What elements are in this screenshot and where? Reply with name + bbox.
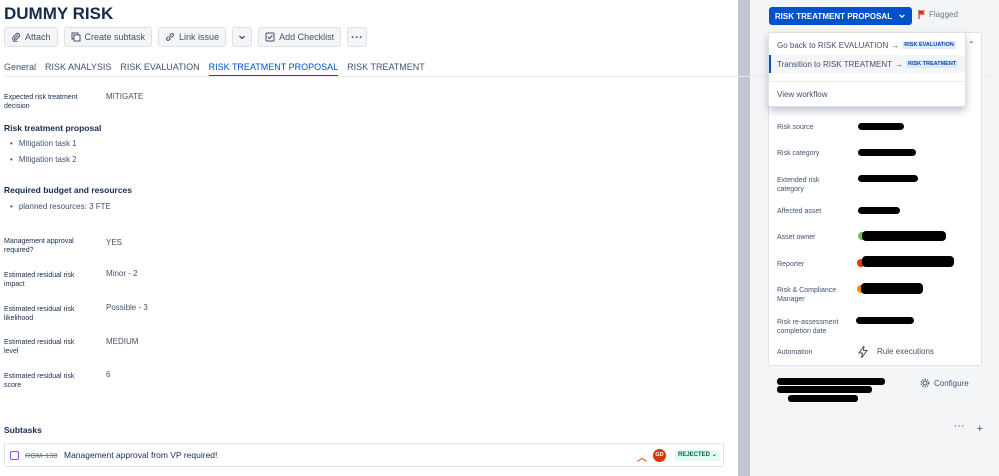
create-subtask-button[interactable]: Create subtask [63,27,153,47]
ellipsis-icon: ... [351,29,364,41]
rule-executions-link[interactable]: Rule executions [877,347,934,356]
status-transition-label: RISK TREATMENT PROPOSAL [774,11,893,21]
compliance-manager-label: Risk & Compliance Manager [777,287,837,303]
mgmt-approval-label: Management approval required? [4,238,74,254]
impact-value[interactable]: Minor - 2 [106,269,138,278]
subtasks-actions: ··· + [954,420,983,435]
budget-item: planned resources: 3 FTE [10,202,111,211]
transition-option-forward[interactable]: Transition to RISK TREATMENT → RISK TREA… [769,55,965,73]
panel-divider[interactable] [738,0,750,476]
redacted-value [861,283,923,294]
arrow-right-icon: → [891,40,900,50]
proposal-item: Mitigation task 1 [10,139,77,148]
collapse-chevron-icon[interactable]: ⌃ [968,40,975,49]
status-lozenge: RISK TREATMENT [906,60,959,68]
score-value[interactable]: 6 [106,370,110,379]
add-checklist-label: Add Checklist [279,32,335,42]
add-subtask-icon[interactable]: + [977,423,983,435]
issue-toolbar: Attach Create subtask Link issue Add Che… [4,27,368,47]
redacted-value [858,175,918,182]
more-link-options-button[interactable] [232,27,253,47]
configure-label: Configure [934,378,969,388]
impact-label: Estimated residual risk impact [4,272,75,288]
transition-menu: Go back to RISK EVALUATION → RISK EVALUA… [768,32,966,107]
create-subtask-label: Create subtask [84,32,146,42]
redacted-value [862,256,954,267]
tab-risk-treatment-proposal[interactable]: RISK TREATMENT PROPOSAL [208,62,339,77]
level-label: Estimated residual risk level [4,339,75,355]
more-actions-button[interactable]: ... [347,27,368,47]
mgmt-approval-value[interactable]: YES [106,238,122,247]
chevron-down-icon: ⌄ [711,452,717,458]
lightning-icon [858,346,868,358]
transition-option-label: Go back to RISK EVALUATION [777,40,889,50]
affected-asset-label: Affected asset [777,208,822,215]
subtask-type-icon [10,451,19,460]
subtasks-more-icon[interactable]: ··· [954,420,965,435]
status-badge-label: REJECTED [678,452,711,458]
attach-button[interactable]: Attach [4,27,58,47]
paperclip-icon [12,32,21,42]
proposal-title: Risk treatment proposal [4,123,102,133]
view-workflow-link[interactable]: View workflow [769,85,965,103]
configure-button[interactable]: Configure [920,378,969,388]
view-workflow-label: View workflow [777,89,828,99]
transition-option-back[interactable]: Go back to RISK EVALUATION → RISK EVALUA… [769,36,965,54]
budget-title: Required budget and resources [4,185,132,195]
menu-divider [769,81,965,82]
redacted-value [777,378,885,385]
tab-risk-analysis[interactable]: RISK ANALYSIS [45,62,111,77]
likelihood-label: Estimated residual risk likelihood [4,306,75,322]
redacted-value [862,231,946,241]
attach-label: Attach [25,32,51,42]
subtask-icon [71,32,81,42]
reporter-label: Reporter [777,261,805,268]
likelihood-value[interactable]: Possible - 3 [106,303,148,312]
expected-decision-label: Expected risk treatment decision [4,94,78,110]
link-issue-label: Link issue [179,32,220,42]
redacted-value [858,207,900,214]
issue-tabs: General RISK ANALYSIS RISK EVALUATION RI… [4,62,425,77]
extended-category-label: Extended risk category [777,177,820,193]
chevron-down-icon [239,35,246,40]
redacted-value [777,386,872,393]
flag-icon [918,10,925,19]
chevron-down-icon [899,14,905,19]
subtask-summary[interactable]: Management approval from VP required! [64,450,217,460]
redacted-value [858,149,916,156]
issue-title[interactable]: DUMMY RISK [4,4,113,24]
redacted-value [788,395,858,402]
avatar[interactable]: GD [653,449,666,462]
tab-risk-evaluation[interactable]: RISK EVALUATION [120,62,199,77]
proposal-item: Mitigation task 2 [10,155,77,164]
priority-high-icon: ︿ [637,453,647,464]
redacted-value [856,317,914,324]
flagged-indicator[interactable]: Flagged [918,10,958,19]
risk-category-label: Risk category [777,150,820,157]
gear-icon [920,378,930,388]
reassessment-date-label: Risk re-assessment completion date [777,319,839,335]
table-row[interactable]: ROM-138 Management approval from VP requ… [4,443,724,467]
subtasks-title: Subtasks [4,425,42,435]
level-value[interactable]: MEDIUM [106,337,138,346]
arrow-right-icon: → [895,59,903,69]
status-transition-button[interactable]: RISK TREATMENT PROPOSAL [769,7,912,25]
subtask-key[interactable]: ROM-138 [25,451,58,460]
link-icon [166,33,174,41]
checkbox-icon [265,32,275,42]
status-badge[interactable]: REJECTED ⌄ [675,450,720,461]
tab-risk-treatment[interactable]: RISK TREATMENT [347,62,425,77]
status-lozenge: RISK EVALUATION [902,41,956,49]
flagged-label: Flagged [929,10,958,19]
transition-option-label: Transition to RISK TREATMENT [777,59,892,69]
automation-label: Automation [777,349,813,356]
tab-general[interactable]: General [4,62,36,77]
expected-decision-value[interactable]: MITIGATE [106,92,143,101]
score-label: Estimated residual risk score [4,373,75,389]
risk-source-label: Risk source [777,124,814,131]
redacted-value [858,123,904,130]
add-checklist-button[interactable]: Add Checklist [258,27,342,47]
link-issue-button[interactable]: Link issue [158,27,227,47]
asset-owner-label: Asset owner [777,234,816,241]
